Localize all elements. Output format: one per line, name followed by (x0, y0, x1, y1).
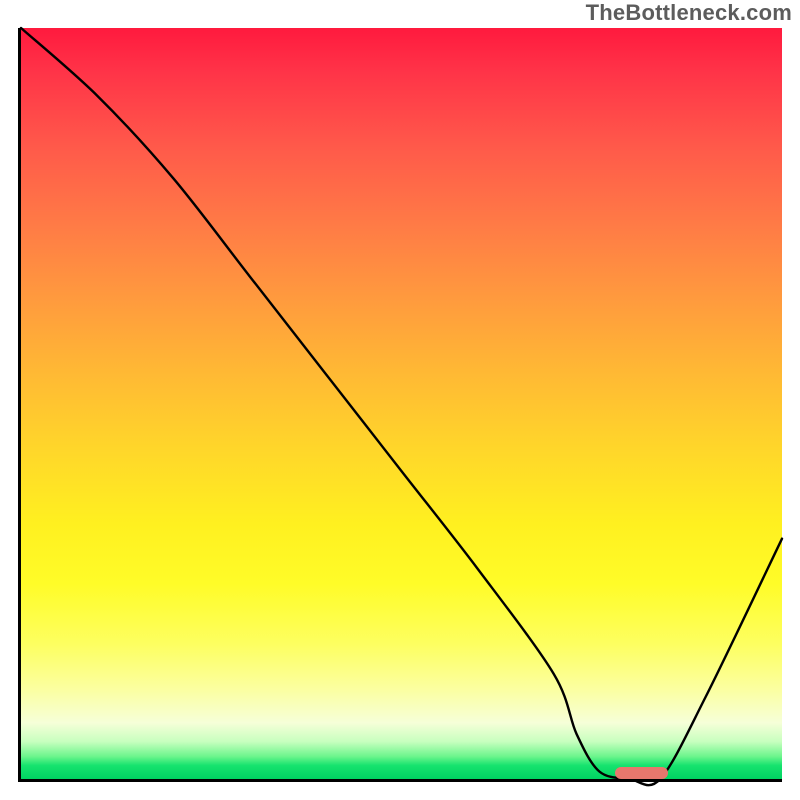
axes-frame (18, 28, 782, 782)
watermark-text: TheBottleneck.com (586, 0, 792, 26)
chart-container: { "watermark": "TheBottleneck.com", "cha… (0, 0, 800, 800)
